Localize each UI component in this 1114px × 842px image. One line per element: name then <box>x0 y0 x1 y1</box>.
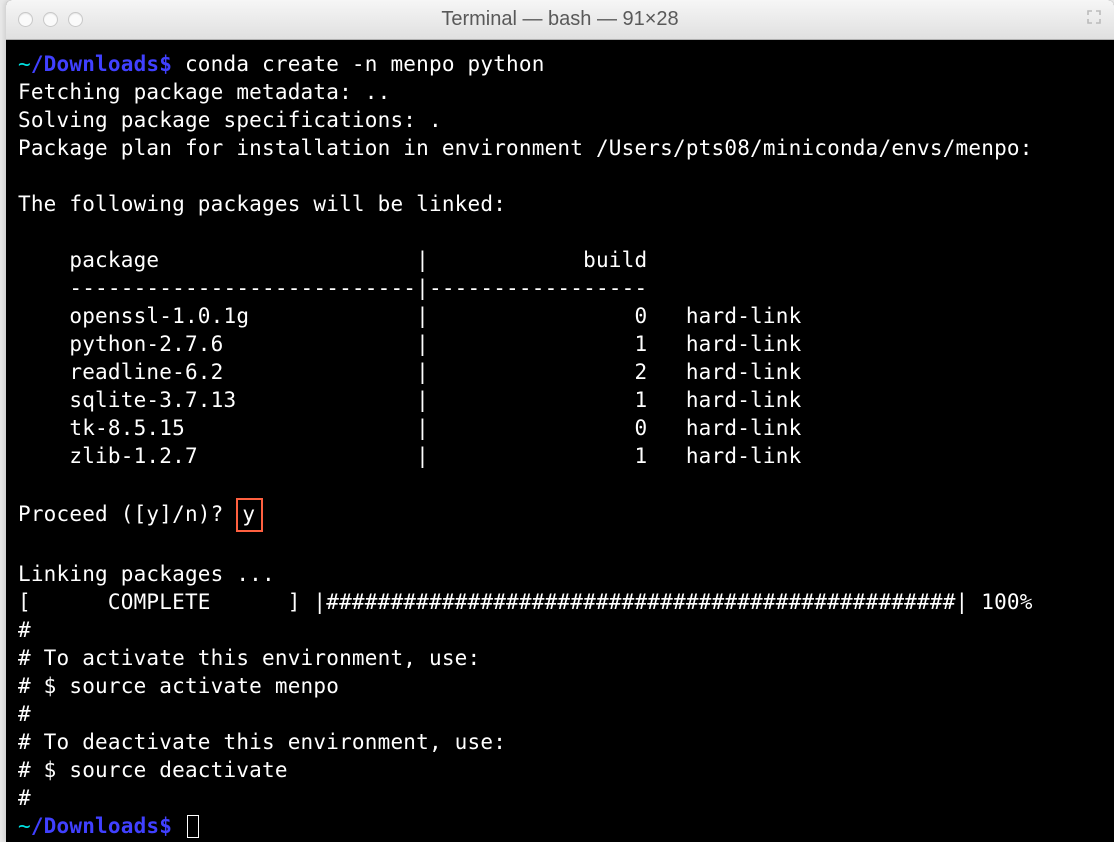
comment-line: # <box>18 702 31 726</box>
window-title: Terminal — bash — 91×28 <box>441 8 678 31</box>
table-row: openssl-1.0.1g | 0 hard-link <box>18 304 801 328</box>
output-line: Fetching package metadata: .. <box>18 80 390 104</box>
expand-icon[interactable] <box>1086 9 1102 30</box>
table-row: python-2.7.6 | 1 hard-link <box>18 332 801 356</box>
traffic-lights <box>18 12 83 27</box>
proceed-prompt: Proceed ([y]/n)? <box>18 502 224 526</box>
terminal-window: Terminal — bash — 91×28 ~/Downloads$ con… <box>6 0 1114 842</box>
output-line: Package plan for installation in environ… <box>18 136 1033 160</box>
titlebar[interactable]: Terminal — bash — 91×28 <box>6 0 1114 40</box>
comment-line: # To deactivate this environment, use: <box>18 730 506 754</box>
prompt-tilde: ~ <box>18 814 31 838</box>
prompt-path: /Downloads <box>31 814 159 838</box>
comment-line: # <box>18 786 31 810</box>
comment-line: # $ source deactivate <box>18 758 288 782</box>
output-line: Linking packages ... <box>18 562 275 586</box>
output-line: The following packages will be linked: <box>18 192 506 216</box>
minimize-button[interactable] <box>43 12 58 27</box>
table-row: tk-8.5.15 | 0 hard-link <box>18 416 801 440</box>
prompt-dollar: $ <box>159 52 172 76</box>
comment-line: # $ source activate menpo <box>18 674 339 698</box>
terminal-content[interactable]: ~/Downloads$ conda create -n menpo pytho… <box>6 40 1114 842</box>
comment-line: # To activate this environment, use: <box>18 646 480 670</box>
output-line: Solving package specifications: . <box>18 108 442 132</box>
table-row: readline-6.2 | 2 hard-link <box>18 360 801 384</box>
prompt-dollar: $ <box>159 814 172 838</box>
prompt-path: /Downloads <box>31 52 159 76</box>
progress-bar: [ COMPLETE ] |##########################… <box>18 590 1033 614</box>
cursor <box>187 815 199 838</box>
table-row: sqlite-3.7.13 | 1 hard-link <box>18 388 801 412</box>
table-divider: ---------------------------|------------… <box>18 276 647 300</box>
table-header: package | build <box>18 248 647 272</box>
zoom-button[interactable] <box>68 12 83 27</box>
table-row: zlib-1.2.7 | 1 hard-link <box>18 444 801 468</box>
comment-line: # <box>18 618 31 642</box>
command-line: conda create -n menpo python <box>185 52 545 76</box>
proceed-answer: y <box>236 498 263 532</box>
prompt-tilde: ~ <box>18 52 31 76</box>
close-button[interactable] <box>18 12 33 27</box>
